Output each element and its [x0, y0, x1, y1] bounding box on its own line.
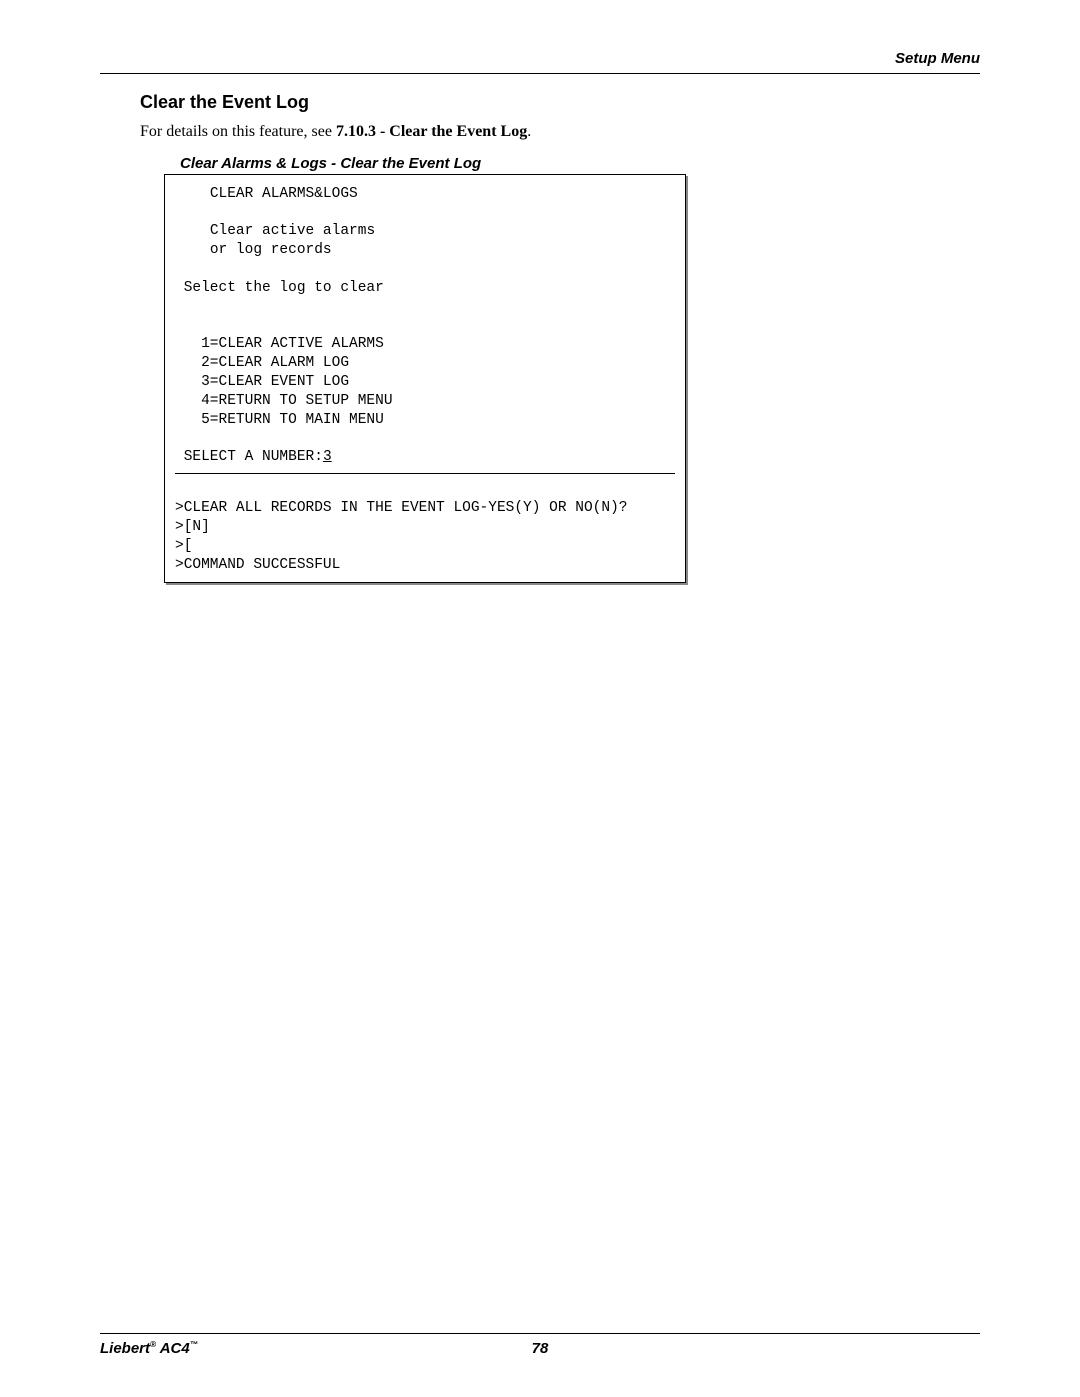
terminal-result: >COMMAND SUCCESSFUL	[175, 556, 675, 575]
terminal-option-1: 1=CLEAR ACTIVE ALARMS	[175, 335, 675, 354]
terminal-blank	[175, 203, 675, 222]
section-title: Clear the Event Log	[140, 92, 980, 113]
header-rule	[100, 73, 980, 74]
section-intro: For details on this feature, see 7.10.3 …	[140, 121, 980, 143]
terminal-blank	[175, 480, 675, 499]
terminal-option-5: 5=RETURN TO MAIN MENU	[175, 411, 675, 430]
terminal-option-4: 4=RETURN TO SETUP MENU	[175, 392, 675, 411]
footer-rule	[100, 1333, 980, 1334]
terminal-desc1: Clear active alarms	[175, 222, 675, 241]
intro-ref: 7.10.3 - Clear the Event Log	[336, 123, 527, 140]
terminal-box: CLEAR ALARMS&LOGS Clear active alarms or…	[164, 174, 686, 584]
terminal-blank	[175, 298, 675, 317]
panel-caption: Clear Alarms & Logs - Clear the Event Lo…	[180, 155, 980, 172]
terminal-divider	[175, 473, 675, 474]
terminal-option-2: 2=CLEAR ALARM LOG	[175, 354, 675, 373]
terminal-option-3: 3=CLEAR EVENT LOG	[175, 373, 675, 392]
page-header-right: Setup Menu	[100, 50, 980, 67]
terminal-blank	[175, 317, 675, 336]
footer-model: AC4	[156, 1340, 190, 1357]
terminal-desc2: or log records	[175, 241, 675, 260]
footer-page-number: 78	[100, 1340, 980, 1357]
terminal-input-default: >[N]	[175, 518, 675, 537]
terminal-input-blank: >[	[175, 537, 675, 556]
intro-prefix: For details on this feature, see	[140, 123, 336, 140]
terminal-select-number: SELECT A NUMBER:3	[175, 448, 675, 467]
terminal-confirm: >CLEAR ALL RECORDS IN THE EVENT LOG-YES(…	[175, 499, 675, 518]
main-content: Clear the Event Log For details on this …	[140, 92, 980, 583]
footer-left: Liebert® AC4™	[100, 1340, 198, 1357]
trademark-icon: ™	[190, 1340, 198, 1349]
terminal-header: CLEAR ALARMS&LOGS	[175, 185, 675, 204]
terminal-blank	[175, 430, 675, 449]
page-footer: Liebert® AC4™ 78	[100, 1333, 980, 1357]
footer-line: Liebert® AC4™ 78	[100, 1340, 980, 1357]
footer-brand: Liebert	[100, 1340, 150, 1357]
terminal-blank	[175, 260, 675, 279]
terminal-select-prompt: Select the log to clear	[175, 279, 675, 298]
intro-suffix: .	[527, 123, 531, 140]
footer-right-spacer	[976, 1340, 980, 1357]
header-section-name: Setup Menu	[895, 50, 980, 67]
document-page: Setup Menu Clear the Event Log For detai…	[0, 0, 1080, 1397]
